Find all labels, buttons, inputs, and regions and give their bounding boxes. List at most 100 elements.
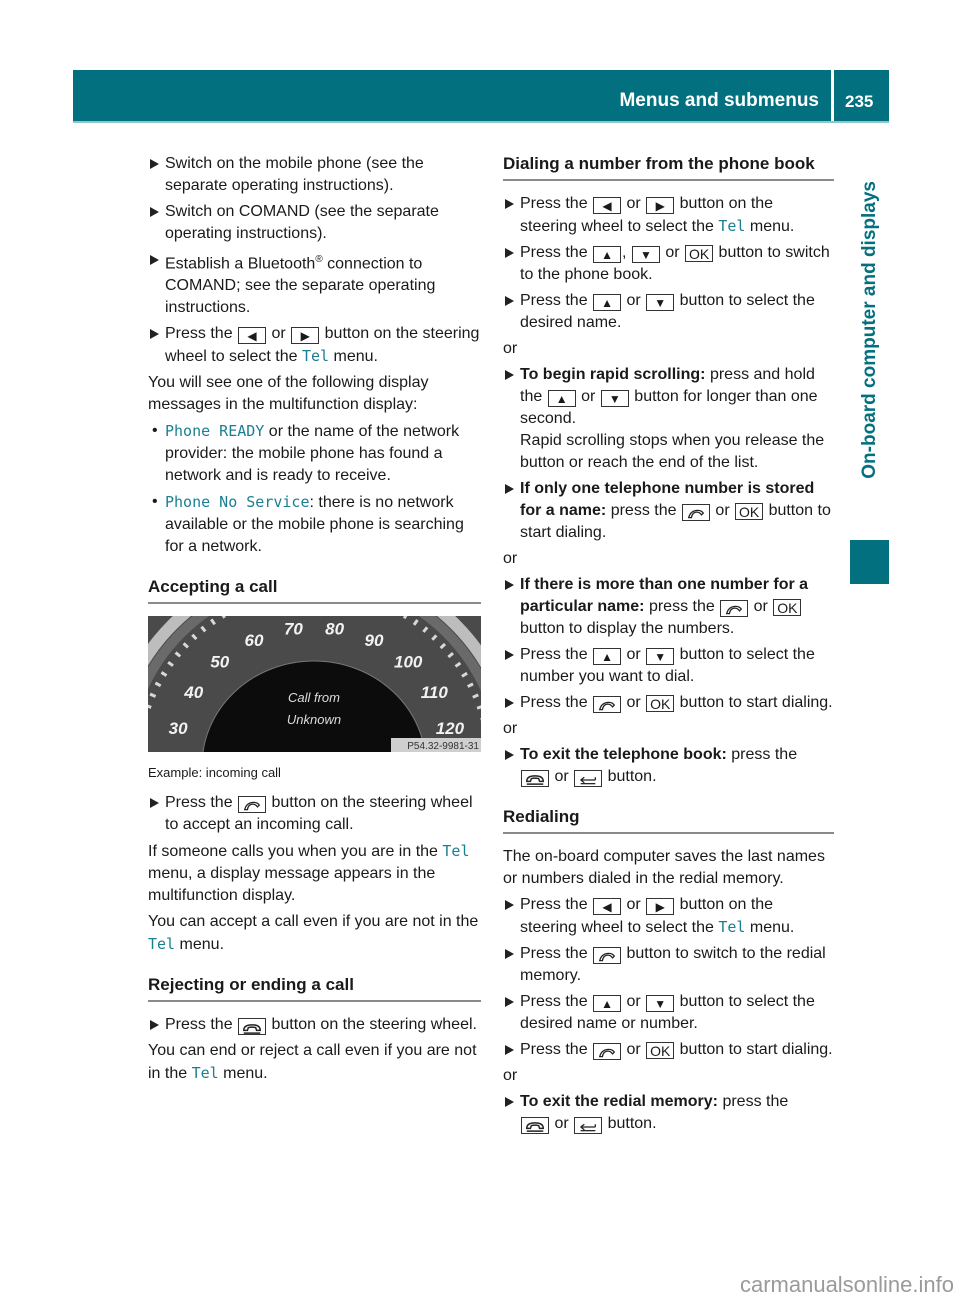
step-item: To exit the telephone book: press the or… bbox=[503, 744, 834, 788]
intro-text: The on-board computer saves the last nam… bbox=[503, 848, 825, 887]
or-separator: or bbox=[503, 720, 518, 737]
or-separator: or bbox=[503, 340, 518, 357]
speed-label: 50 bbox=[210, 653, 229, 672]
tel-menu-label: Tel bbox=[301, 347, 330, 366]
chapter-tab-marker bbox=[850, 540, 889, 584]
tel-menu-label: Tel bbox=[148, 935, 176, 954]
ok-key-icon: OK bbox=[646, 1042, 675, 1059]
step-item: Press the button to switch to the redial… bbox=[503, 943, 834, 987]
phone-accept-key-icon bbox=[593, 947, 622, 964]
ok-key-icon: OK bbox=[646, 695, 675, 712]
step-item: Establish a Bluetooth® connection to COM… bbox=[148, 249, 481, 319]
down-arrow-key-icon: ▼ bbox=[646, 294, 675, 311]
right-arrow-key-icon: ▶ bbox=[646, 898, 675, 915]
page-header: Menus and submenus 235 bbox=[73, 70, 889, 121]
speedometer-graphic: 102030405060708090100110120130140 Call f… bbox=[148, 616, 481, 753]
step-item: Press the ▲ or ▼ button to select the de… bbox=[503, 991, 834, 1035]
phone-end-key-icon bbox=[521, 770, 549, 787]
down-arrow-key-icon: ▼ bbox=[646, 648, 675, 665]
heading-phonebook: Dialing a number from the phone book bbox=[503, 153, 834, 181]
ok-key-icon: OK bbox=[773, 599, 802, 616]
speed-label: 90 bbox=[365, 631, 384, 650]
up-arrow-key-icon: ▲ bbox=[593, 995, 622, 1012]
speed-label: 110 bbox=[421, 683, 449, 702]
step-item: Press the ▲ or ▼ button to select the nu… bbox=[503, 644, 834, 688]
speed-label: 30 bbox=[169, 720, 188, 739]
section-title: Menus and submenus bbox=[619, 90, 819, 111]
step-item: Switch on the mobile phone (see the sepa… bbox=[148, 153, 481, 197]
ok-key-icon: OK bbox=[735, 503, 764, 520]
heading-redialing: Redialing bbox=[503, 806, 834, 834]
figure-caption: Example: incoming call bbox=[148, 765, 281, 781]
paragraph: You can end or reject a call even if you… bbox=[148, 1042, 477, 1083]
phone-accept-key-icon bbox=[238, 796, 267, 814]
display-message: Phone READY bbox=[165, 422, 265, 441]
heading-rejecting: Rejecting or ending a call bbox=[148, 974, 481, 1003]
step-text: Establish a Bluetooth bbox=[165, 255, 316, 273]
tel-menu-label: Tel bbox=[191, 1064, 219, 1083]
step-item: Press the button on the steering wheel t… bbox=[148, 792, 481, 836]
step-text: Press the bbox=[165, 325, 233, 343]
back-key-icon bbox=[574, 1117, 603, 1134]
ok-key-icon: OK bbox=[685, 245, 714, 262]
right-arrow-key-icon: ▶ bbox=[291, 327, 320, 345]
speed-label: 120 bbox=[436, 720, 465, 739]
phone-end-key-icon bbox=[521, 1117, 549, 1134]
figure-reference: P54.32-9981-31 bbox=[407, 741, 479, 752]
speed-label: 100 bbox=[394, 653, 423, 672]
tel-menu-label: Tel bbox=[442, 842, 470, 861]
step-item: Press the ▲ or ▼ button to select the de… bbox=[503, 290, 834, 334]
down-arrow-key-icon: ▼ bbox=[631, 246, 660, 263]
watermark: carmanualsonline.info bbox=[739, 1272, 954, 1297]
step-item: Press the or OK button to start dialing. bbox=[503, 692, 834, 714]
step-text: menu. bbox=[333, 348, 378, 366]
phone-accept-key-icon bbox=[720, 600, 749, 617]
step-item: Press the ◀ or ▶ button on the steering … bbox=[148, 323, 481, 368]
or-separator: or bbox=[503, 550, 518, 567]
step-item: Switch on COMAND (see the separate opera… bbox=[148, 201, 481, 245]
up-arrow-key-icon: ▲ bbox=[547, 390, 576, 407]
or-separator: or bbox=[503, 1067, 518, 1084]
step-item: Press the button on the steering wheel. bbox=[148, 1014, 481, 1036]
page-number: 235 bbox=[845, 92, 874, 111]
up-arrow-key-icon: ▲ bbox=[593, 648, 622, 665]
step-text: button on the steering wheel. bbox=[271, 1016, 477, 1034]
step-text: Press the bbox=[165, 1016, 233, 1034]
step-item: To exit the redial memory: press the or … bbox=[503, 1091, 834, 1135]
right-arrow-key-icon: ▶ bbox=[646, 197, 675, 214]
left-column: Switch on the mobile phone (see the sepa… bbox=[148, 153, 481, 1089]
step-item: Press the ▲, ▼ or OK button to switch to… bbox=[503, 242, 834, 286]
back-key-icon bbox=[574, 770, 603, 787]
step-item: Press the or OK button to start dialing. bbox=[503, 1039, 834, 1061]
registered-mark: ® bbox=[315, 254, 323, 265]
tel-menu-label: Tel bbox=[718, 918, 746, 936]
speed-label: 70 bbox=[284, 620, 303, 639]
phone-end-key-icon bbox=[238, 1018, 267, 1036]
intro-text: You will see one of the following displa… bbox=[148, 374, 429, 414]
paragraph: If someone calls you when you are in the… bbox=[148, 842, 470, 905]
display-message: Phone No Service bbox=[165, 493, 310, 512]
step-item: If only one telephone number is stored f… bbox=[503, 478, 834, 544]
bullet-item: Phone READY or the name of the network p… bbox=[148, 420, 481, 487]
cluster-line-1: Call from bbox=[288, 690, 340, 705]
step-item: Press the ◀ or ▶ button on the steering … bbox=[503, 894, 834, 939]
tel-menu-label: Tel bbox=[718, 217, 746, 235]
step-text: or bbox=[271, 325, 286, 343]
chapter-tab: On-board computer and displays bbox=[851, 130, 889, 530]
up-arrow-key-icon: ▲ bbox=[593, 294, 622, 311]
step-item: Press the ◀ or ▶ button on the steering … bbox=[503, 193, 834, 238]
speed-label: 80 bbox=[325, 620, 344, 639]
phone-accept-key-icon bbox=[681, 504, 710, 521]
up-arrow-key-icon: ▲ bbox=[593, 246, 622, 263]
speed-label: 40 bbox=[183, 683, 203, 702]
heading-accepting: Accepting a call bbox=[148, 576, 481, 605]
down-arrow-key-icon: ▼ bbox=[646, 995, 675, 1012]
step-note: Rapid scrolling stops when you release t… bbox=[520, 432, 825, 471]
right-column: Dialing a number from the phone book Pre… bbox=[503, 141, 834, 1139]
phone-accept-key-icon bbox=[593, 696, 622, 713]
header-underline bbox=[73, 121, 889, 123]
instrument-cluster-figure: 102030405060708090100110120130140 Call f… bbox=[148, 616, 481, 753]
left-arrow-key-icon: ◀ bbox=[593, 898, 622, 915]
header-divider bbox=[831, 70, 834, 121]
speed-label: 60 bbox=[245, 631, 264, 650]
